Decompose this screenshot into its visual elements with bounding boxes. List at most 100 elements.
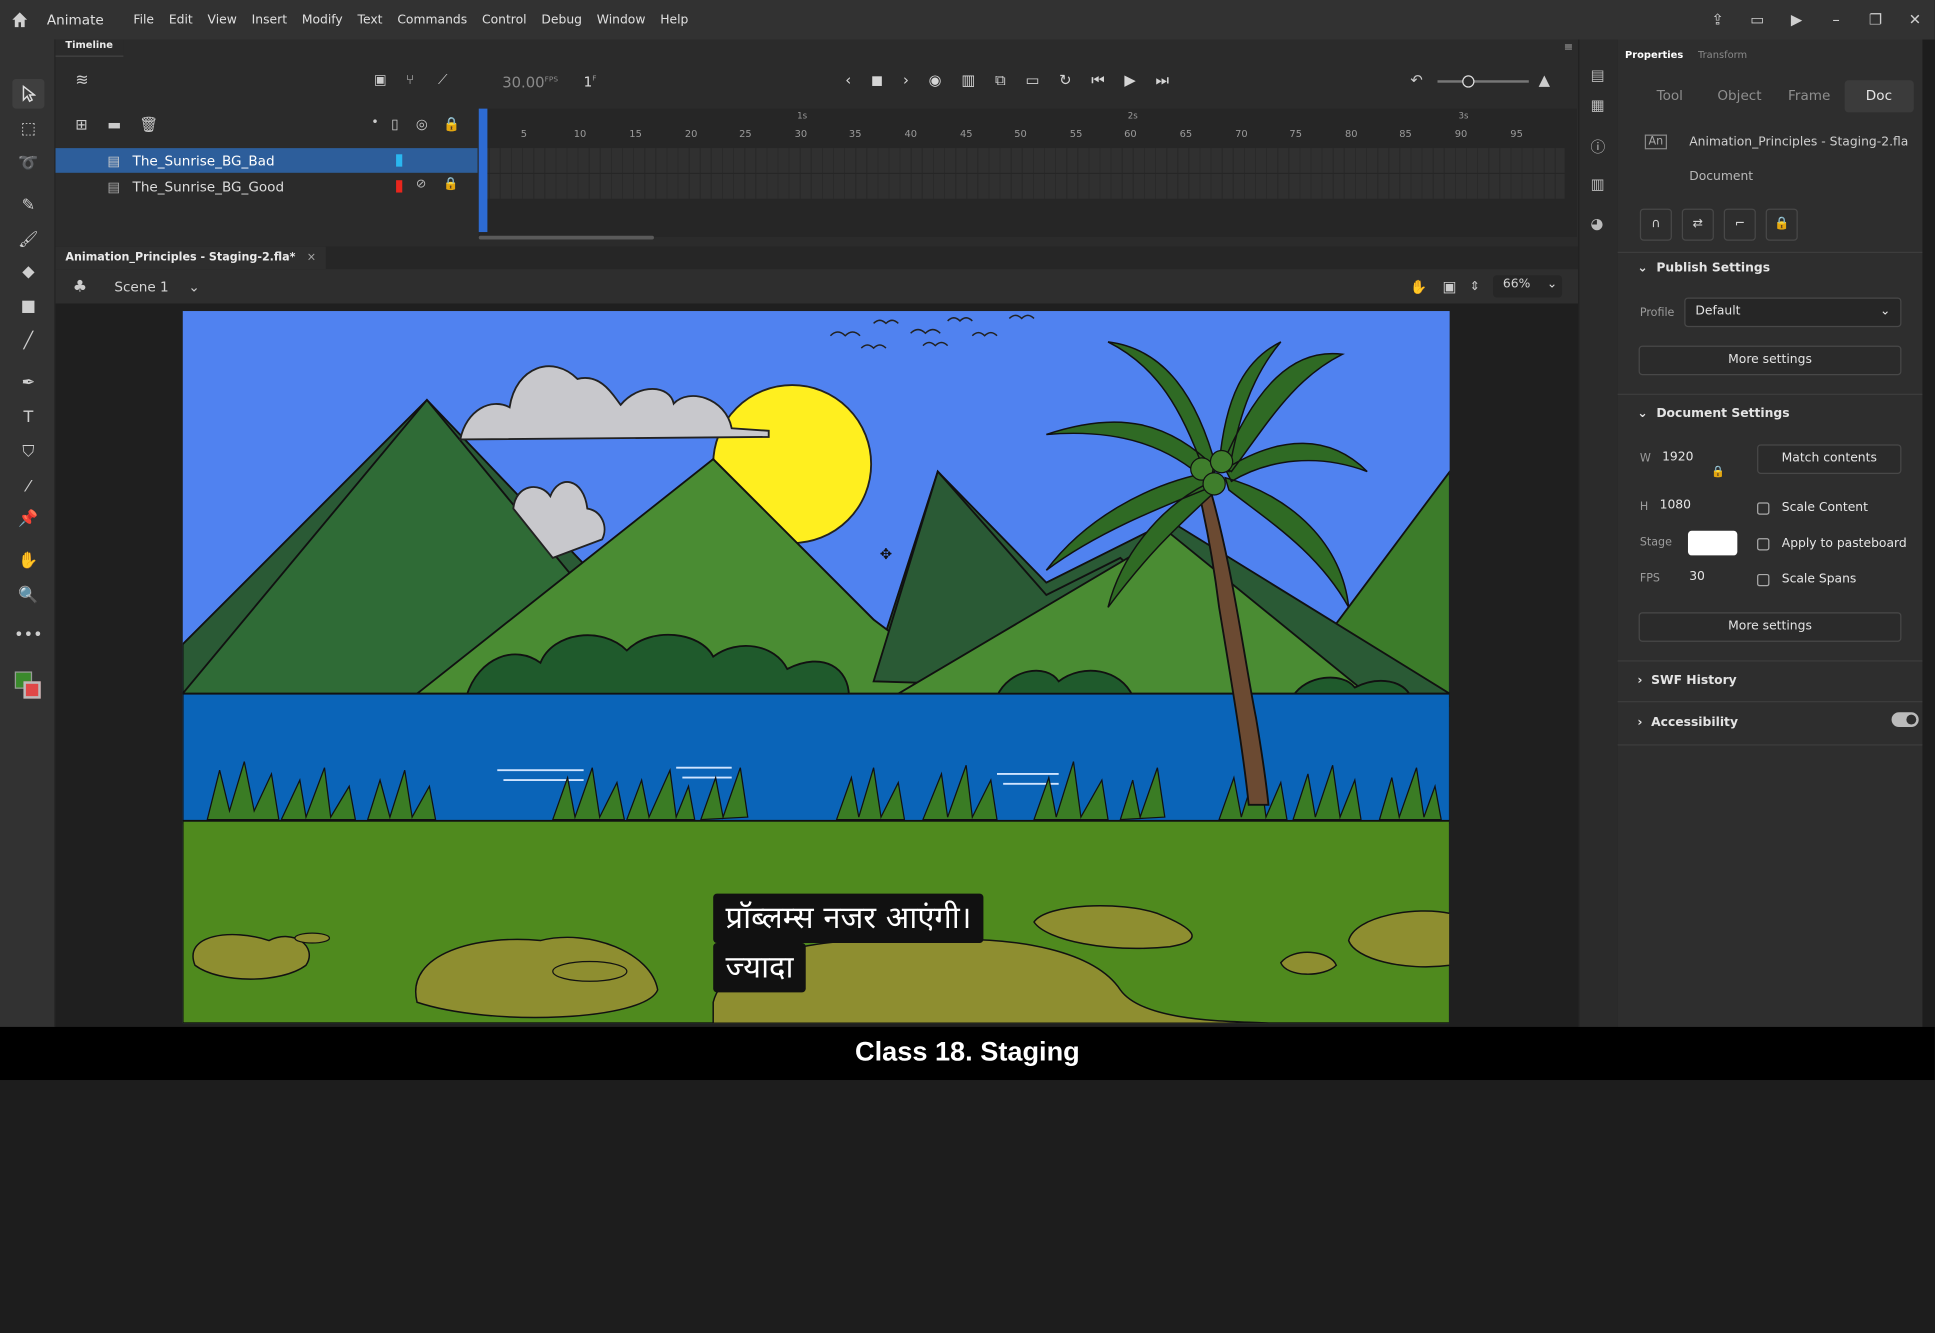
selection-tool-icon[interactable]	[12, 78, 45, 109]
menu-insert[interactable]: Insert	[252, 13, 287, 27]
brush-tool-icon[interactable]: ✎	[12, 190, 44, 220]
close-tab-icon[interactable]: ×	[307, 252, 316, 264]
undo-icon[interactable]: ↶	[1410, 72, 1422, 89]
scene-name[interactable]: Scene 1	[114, 278, 168, 294]
restore-icon[interactable]: ❐	[1856, 11, 1895, 28]
delete-layer-icon[interactable]: 🗑	[139, 116, 158, 133]
scene-dropdown-icon[interactable]: ⌄	[188, 278, 199, 294]
profile-select[interactable]: Default ⌄	[1684, 297, 1902, 328]
line-tool-icon[interactable]: ╱	[12, 326, 44, 356]
fps-value[interactable]: 30.00	[502, 74, 544, 91]
timeline-scrollbar[interactable]	[478, 235, 654, 240]
clip-stage-icon[interactable]: ▣	[1442, 278, 1456, 295]
rotate-stage-icon[interactable]: ✋	[1410, 278, 1427, 294]
play-icon[interactable]: ▶	[1124, 72, 1135, 91]
menu-help[interactable]: Help	[660, 13, 688, 27]
document-more-settings-button[interactable]: More settings	[1638, 612, 1902, 642]
step-back-icon[interactable]: ⏮	[1091, 72, 1104, 91]
link-dimensions-icon[interactable]: 🔒	[1711, 467, 1725, 479]
lasso-tool-icon[interactable]: ➰	[12, 148, 44, 178]
pen-tool-icon[interactable]: ✒	[12, 368, 44, 398]
timeline-zoom-slider[interactable]	[1437, 75, 1529, 88]
apply-pasteboard-checkbox[interactable]	[1757, 538, 1770, 551]
more-tools-icon[interactable]: •••	[12, 620, 44, 650]
layer-row-bad[interactable]: ▤ The_Sunrise_BG_Bad	[55, 148, 478, 173]
frame-value[interactable]: 1	[584, 74, 593, 90]
frame-strip[interactable]	[478, 174, 1565, 199]
menu-debug[interactable]: Debug	[541, 13, 582, 27]
home-icon[interactable]	[0, 0, 39, 39]
scale-content-checkbox[interactable]	[1757, 502, 1770, 515]
close-window-icon[interactable]: ✕	[1895, 11, 1934, 28]
highlight-icon[interactable]: •	[371, 116, 378, 130]
segment-frame[interactable]: Frame	[1774, 80, 1844, 112]
panel-menu-icon[interactable]: ≡	[1564, 42, 1573, 54]
segment-doc[interactable]: Doc	[1844, 80, 1914, 113]
tween-icon[interactable]: ⧉	[995, 72, 1006, 91]
swf-history-header[interactable]: › SWF History	[1637, 674, 1736, 688]
onion-skin-icon[interactable]: ◉	[929, 72, 942, 91]
zoom-select[interactable]: 66% ⌄	[1493, 275, 1563, 298]
frames-view-icon[interactable]: ▥	[961, 72, 975, 91]
accessibility-header[interactable]: › Accessibility	[1637, 716, 1738, 730]
layer-name[interactable]: The_Sunrise_BG_Bad	[133, 152, 275, 168]
library-panel-icon[interactable]: ▦	[1590, 96, 1604, 113]
accessibility-toggle[interactable]	[1891, 712, 1919, 728]
eraser-tool-icon[interactable]: ◆	[12, 257, 44, 287]
transform-icon[interactable]: ⇄	[1681, 208, 1714, 241]
tab-properties[interactable]: Properties	[1625, 49, 1683, 60]
edit-symbols-icon[interactable]: ♣	[73, 277, 87, 296]
stage-canvas[interactable]: प्रॉब्लम्स नजर आएंगी। ज्यादा	[182, 311, 1450, 1024]
menu-text[interactable]: Text	[358, 13, 383, 27]
center-stage-icon[interactable]: ⇕	[1470, 280, 1480, 294]
graph-icon[interactable]: ⟋	[438, 72, 448, 89]
fps-input[interactable]: 30	[1689, 570, 1705, 584]
document-tab[interactable]: Animation_Principles - Staging-2.fla* ×	[55, 246, 326, 270]
segment-object[interactable]: Object	[1705, 80, 1775, 112]
tab-transform[interactable]: Transform	[1698, 49, 1747, 60]
menu-window[interactable]: Window	[597, 13, 646, 27]
pin-tool-icon[interactable]: 📌	[12, 504, 44, 534]
fit-frames-icon[interactable]: ▲	[1539, 72, 1550, 89]
assets-panel-icon[interactable]: ▥	[1590, 175, 1604, 192]
hidden-eye-icon[interactable]: ⊘	[416, 178, 426, 192]
loop-icon[interactable]: ↻	[1059, 72, 1071, 91]
eyedropper-icon[interactable]: ⁄	[12, 472, 44, 502]
menu-modify[interactable]: Modify	[302, 13, 343, 27]
insert-keyframe-icon[interactable]: ◼	[871, 72, 883, 91]
camera-icon[interactable]: ▣	[374, 72, 387, 88]
corner-icon[interactable]: ⌐	[1723, 208, 1756, 241]
layer-parenting-icon[interactable]: ⑂	[406, 72, 414, 88]
next-keyframe-icon[interactable]: ›	[903, 72, 909, 91]
align-panel-icon[interactable]: ▤	[1590, 67, 1604, 84]
fill-color-swatch[interactable]	[23, 681, 41, 699]
info-panel-icon[interactable]: ⓘ	[1590, 136, 1605, 157]
snap-icon[interactable]: ∩	[1639, 208, 1672, 241]
layer-name[interactable]: The_Sunrise_BG_Good	[133, 178, 285, 194]
rectangle-tool-icon[interactable]: ■	[12, 291, 44, 321]
test-movie-icon[interactable]: ▶	[1777, 11, 1816, 28]
layer-color-swatch[interactable]	[396, 180, 403, 193]
minimize-icon[interactable]: –	[1816, 11, 1855, 28]
locked-icon[interactable]: 🔒	[443, 178, 458, 192]
free-transform-tool-icon[interactable]: ⬚	[12, 114, 44, 144]
text-tool-icon[interactable]: T	[12, 402, 44, 432]
layers-icon[interactable]: ≋	[75, 72, 95, 92]
lock-guides-icon[interactable]: 🔒	[1765, 208, 1798, 241]
paint-brush-icon[interactable]: 🖌	[12, 225, 44, 255]
zoom-tool-icon[interactable]: 🔍	[12, 580, 44, 610]
workspace-icon[interactable]: ▭	[1737, 11, 1776, 28]
playhead[interactable]	[478, 108, 488, 233]
layer-color-swatch[interactable]	[396, 154, 403, 167]
new-folder-icon[interactable]: ▬	[107, 116, 121, 133]
width-input[interactable]: 1920	[1662, 451, 1693, 465]
outline-icon[interactable]: ▯	[391, 116, 398, 132]
timeline-tab[interactable]: Timeline	[55, 39, 123, 57]
menu-edit[interactable]: Edit	[169, 13, 193, 27]
height-input[interactable]: 1080	[1660, 499, 1691, 513]
publish-settings-header[interactable]: ⌄ Publish Settings	[1637, 262, 1770, 276]
scale-spans-checkbox[interactable]	[1757, 573, 1770, 587]
match-contents-button[interactable]: Match contents	[1757, 444, 1902, 474]
document-settings-header[interactable]: ⌄ Document Settings	[1637, 407, 1789, 421]
paint-bucket-icon[interactable]: ⛉	[12, 437, 44, 467]
